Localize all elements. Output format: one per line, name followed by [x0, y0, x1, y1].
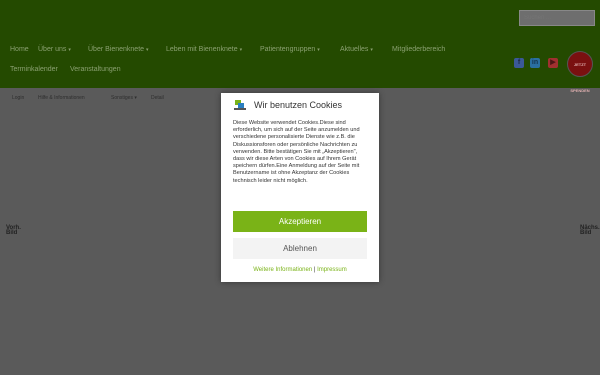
- breadcrumb-detail: Detail: [151, 95, 164, 101]
- breadcrumb-hilfe[interactable]: Hilfe & Informationen: [38, 95, 85, 101]
- accept-button[interactable]: Akzeptieren: [233, 211, 367, 232]
- cookie-dialog: Wir benutzen Cookies Diese Website verwe…: [221, 93, 379, 282]
- nav-item-aktuelles[interactable]: Aktuelles ▾: [340, 46, 373, 53]
- cookie-dialog-text: Diese Website verwendet Cookies.Diese si…: [233, 120, 360, 184]
- chevron-down-icon: ▾: [239, 47, 243, 53]
- imprint-link[interactable]: Impressum: [317, 267, 347, 273]
- search-input[interactable]: [519, 10, 595, 26]
- prev-image-link[interactable]: Vorh. Bild: [6, 225, 21, 236]
- nav-item-mitgliederbereich[interactable]: Mitgliederbereich: [392, 46, 445, 53]
- cookie-dialog-title: Wir benutzen Cookies: [254, 100, 343, 110]
- nav-item-ueber-uns[interactable]: Über uns ▾: [38, 46, 71, 53]
- breadcrumb-login[interactable]: Login: [12, 95, 24, 101]
- chevron-down-icon: ▾: [146, 47, 149, 53]
- breadcrumb-sonstiges[interactable]: Sonstiges ▾: [111, 95, 137, 101]
- main-nav: Home Über uns ▾ Über Bienenknete ▾ Leben m…: [0, 40, 520, 84]
- nav-item-terminkalender[interactable]: Terminkalender: [10, 66, 58, 73]
- chevron-down-icon: ▾: [370, 47, 373, 53]
- nav-item-home[interactable]: Home: [10, 46, 29, 53]
- more-info-link[interactable]: Weitere Informationen: [253, 267, 312, 273]
- linkedin-icon[interactable]: in: [530, 58, 540, 68]
- decline-button[interactable]: Ablehnen: [233, 238, 367, 259]
- nav-item-veranstaltungen[interactable]: Veranstaltungen: [70, 66, 121, 73]
- cookie-dialog-links: Weitere Informationen | Impressum: [221, 267, 379, 273]
- site-logo-icon: [233, 99, 247, 111]
- chevron-down-icon: ▾: [317, 47, 320, 53]
- nav-item-patientengruppen[interactable]: Patientengruppen ▾: [260, 46, 320, 53]
- chevron-down-icon: ▾: [68, 47, 71, 53]
- nav-item-leben[interactable]: Leben mit Bienenknete ▾: [166, 46, 242, 53]
- link-separator: |: [313, 267, 316, 273]
- donate-badge[interactable]: JETZT SPENDEN: [567, 51, 593, 93]
- next-image-link[interactable]: Nächs. Bild: [580, 225, 600, 236]
- facebook-icon[interactable]: f: [514, 58, 524, 68]
- nav-item-ueber-bienenknete[interactable]: Über Bienenknete ▾: [88, 46, 149, 53]
- site-header: Home Über uns▾ Über Bienenknete▾ Leben m…: [0, 0, 600, 93]
- youtube-icon[interactable]: ▶: [548, 58, 558, 68]
